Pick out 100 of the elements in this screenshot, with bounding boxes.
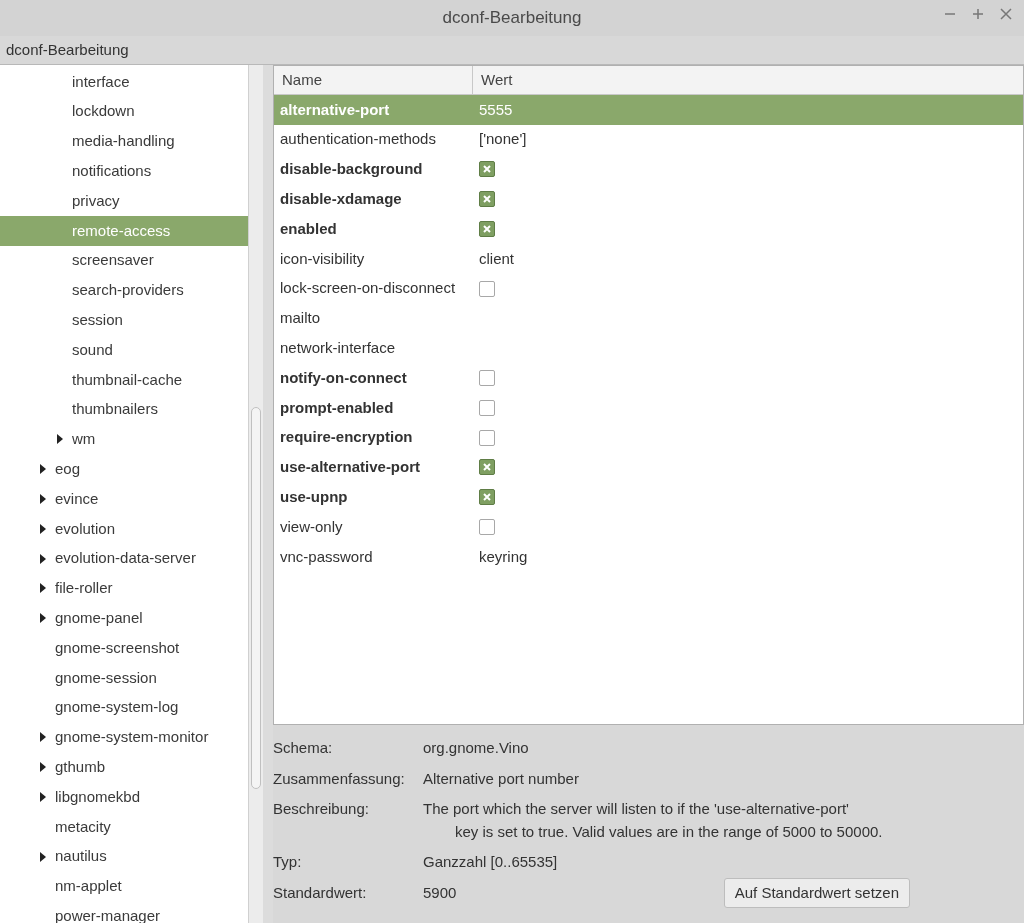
- key-name: prompt-enabled: [279, 397, 395, 418]
- key-name: lock-screen-on-disconnect: [279, 278, 457, 299]
- tree-item[interactable]: gnome-panel: [0, 603, 248, 634]
- tree-item[interactable]: evince: [0, 484, 248, 514]
- header-title: dconf-Bearbeitung: [6, 39, 129, 60]
- key-value: ['none']: [479, 129, 527, 150]
- checkbox[interactable]: [479, 399, 495, 416]
- table-row[interactable]: prompt-enabled: [274, 392, 1023, 423]
- table-row[interactable]: mailto: [274, 303, 1023, 334]
- table-row[interactable]: authentication-methods ['none']: [274, 124, 1023, 155]
- table-row[interactable]: disable-xdamage: [274, 184, 1023, 215]
- expander-icon[interactable]: [40, 792, 46, 802]
- tree-item[interactable]: media-handling: [0, 126, 248, 157]
- expander-icon[interactable]: [40, 762, 46, 773]
- cross-icon: [483, 463, 491, 472]
- tree-item[interactable]: wm: [0, 424, 248, 455]
- table-row[interactable]: enabled: [274, 214, 1023, 244]
- tree-item[interactable]: gthumb: [0, 752, 248, 783]
- tree-item[interactable]: libgnomekbd: [0, 782, 248, 812]
- table-row[interactable]: use-upnp: [274, 482, 1023, 513]
- tree-item[interactable]: notifications: [0, 156, 248, 187]
- detail-label: Standardwert:: [273, 882, 368, 903]
- expander-icon[interactable]: [40, 732, 46, 743]
- key-value: keyring: [479, 546, 528, 567]
- detail-value: The port which the server will listen to if the 'use-alternative-port': [423, 799, 850, 819]
- detail-value: Alternative port number: [423, 768, 579, 789]
- expander-icon[interactable]: [40, 523, 46, 534]
- detail-value: key is set to true. Valid values are in the range of 5000 to 50000.: [454, 821, 883, 842]
- checkbox[interactable]: [479, 429, 495, 446]
- key-name: vnc-password: [279, 546, 374, 567]
- checkbox[interactable]: [479, 489, 495, 506]
- table-row[interactable]: use-alternative-port: [274, 452, 1023, 483]
- checkbox[interactable]: [479, 519, 495, 536]
- key-value: client: [479, 248, 515, 269]
- expander-icon[interactable]: [40, 583, 46, 594]
- key-name: disable-xdamage: [279, 189, 403, 210]
- expander-icon[interactable]: [40, 553, 46, 564]
- column-header[interactable]: Name: [274, 66, 473, 94]
- tree-item[interactable]: sound: [0, 335, 248, 365]
- key-name: disable-background: [279, 159, 424, 180]
- tree-item[interactable]: gnome-session: [0, 662, 248, 693]
- detail-value: org.gnome.Vino: [423, 738, 529, 758]
- scrollbar-thumb[interactable]: [251, 407, 261, 789]
- cross-icon: [483, 225, 491, 234]
- table-row[interactable]: network-interface: [274, 333, 1023, 364]
- key-name: mailto: [279, 308, 321, 329]
- tree-item[interactable]: privacy: [0, 186, 248, 216]
- expander-icon[interactable]: [40, 464, 46, 475]
- expander-icon[interactable]: [57, 434, 63, 445]
- table-row[interactable]: icon-visibility client: [274, 244, 1023, 274]
- table-row[interactable]: vnc-password keyring: [274, 541, 1023, 572]
- tree-item[interactable]: nm-applet: [0, 871, 248, 902]
- checkbox[interactable]: [479, 459, 495, 476]
- tree-item[interactable]: file-roller: [0, 573, 248, 604]
- tree-item[interactable]: evolution-data-server: [0, 543, 248, 574]
- expander-icon[interactable]: [40, 494, 46, 505]
- key-name: authentication-methods: [279, 129, 437, 150]
- detail-value: 5900: [423, 882, 457, 903]
- key-name: alternative-port: [279, 99, 391, 120]
- tree-item[interactable]: thumbnail-cache: [0, 364, 248, 395]
- tree-item[interactable]: metacity: [0, 811, 248, 842]
- reset-button[interactable]: Auf Standardwert setzen: [723, 878, 910, 908]
- tree-item[interactable]: gnome-screenshot: [0, 633, 248, 663]
- tree-item[interactable]: gnome-system-log: [0, 692, 248, 723]
- checkbox[interactable]: [479, 191, 495, 208]
- key-value: 5555: [479, 99, 513, 120]
- expander-icon[interactable]: [40, 613, 46, 624]
- tree-item[interactable]: evolution: [0, 513, 248, 544]
- key-name: network-interface: [279, 338, 397, 358]
- tree-item[interactable]: interface: [0, 67, 248, 97]
- key-name: icon-visibility: [279, 248, 366, 269]
- tree-item[interactable]: eog: [0, 454, 248, 485]
- table-row[interactable]: require-encryption: [274, 422, 1023, 453]
- column-header[interactable]: Wert: [473, 66, 1023, 94]
- maximize-icon[interactable]: [972, 8, 984, 20]
- table-row[interactable]: view-only: [274, 512, 1023, 542]
- tree-item[interactable]: search-providers: [0, 275, 248, 306]
- checkbox[interactable]: [479, 161, 495, 178]
- detail-label: Beschreibung:: [273, 799, 370, 819]
- tree-item[interactable]: lockdown: [0, 96, 248, 127]
- table-row[interactable]: notify-on-connect: [274, 363, 1023, 393]
- tree-item[interactable]: gnome-system-monitor: [0, 722, 248, 753]
- close-icon[interactable]: [1000, 8, 1012, 20]
- key-name: use-alternative-port: [279, 457, 422, 478]
- table-row[interactable]: lock-screen-on-disconnect: [274, 273, 1023, 304]
- cross-icon: [483, 195, 491, 204]
- tree-item[interactable]: nautilus: [0, 841, 248, 872]
- detail-label: Zusammenfassung:: [273, 768, 406, 789]
- expander-icon[interactable]: [40, 851, 46, 862]
- tree-item[interactable]: thumbnailers: [0, 394, 248, 425]
- checkbox[interactable]: [479, 280, 495, 297]
- key-name: use-upnp: [279, 487, 349, 507]
- key-name: require-encryption: [279, 427, 414, 448]
- checkbox[interactable]: [479, 221, 495, 238]
- scrollbar[interactable]: [248, 65, 263, 923]
- tree-item[interactable]: screensaver: [0, 245, 248, 276]
- checkbox[interactable]: [479, 370, 495, 387]
- detail-label: Schema:: [273, 738, 334, 758]
- table-row[interactable]: disable-background: [274, 154, 1023, 185]
- tree-item[interactable]: session: [0, 305, 248, 336]
